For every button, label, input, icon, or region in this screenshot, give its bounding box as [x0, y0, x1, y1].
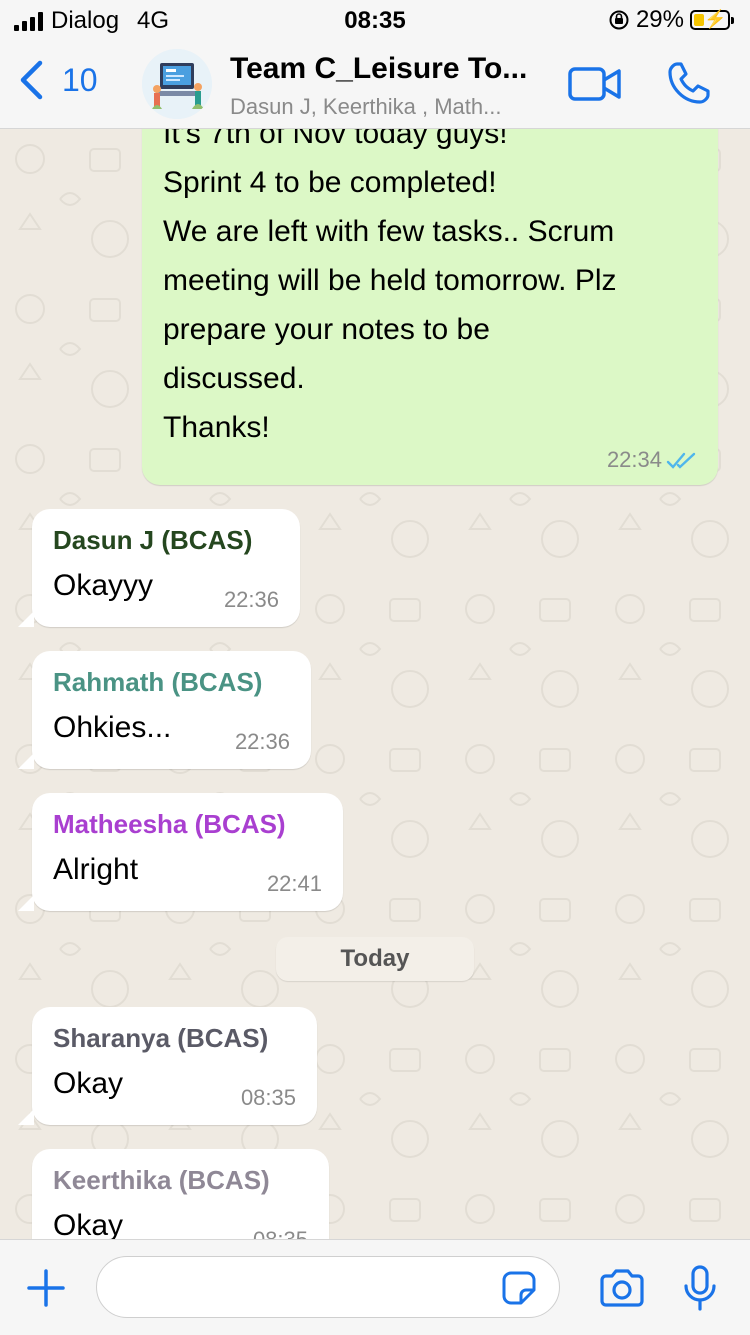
message-time: 22:36 [234, 729, 290, 754]
bubble-tail [18, 611, 34, 627]
sender-name: Matheesha (BCAS) [53, 809, 286, 839]
message-bubble-outgoing[interactable]: It’s 7th of Nov today guys! Sprint 4 to … [142, 129, 718, 485]
message-bubble-incoming[interactable]: Matheesha (BCAS) Alright 22:41 [18, 793, 343, 911]
message-text: Okayyy [53, 569, 154, 602]
message-time: 08:35 [253, 1227, 308, 1239]
plus-icon[interactable] [26, 1268, 66, 1308]
battery-percent: 29% [635, 6, 684, 33]
camera-icon[interactable] [598, 1268, 646, 1308]
message-bubble-incoming[interactable]: Sharanya (BCAS) Okay 08:35 [18, 1007, 317, 1125]
video-call-icon[interactable] [568, 66, 622, 102]
message-text: Ohkies... [53, 711, 172, 744]
chat-members[interactable]: Dasun J, Keerthika , Math... [230, 94, 501, 120]
message-line: Thanks! [163, 411, 270, 444]
bubble-tail [18, 753, 34, 769]
message-line: Sprint 4 to be completed! [163, 166, 497, 199]
unread-count: 10 [62, 61, 98, 98]
message-line: We are left with few tasks.. Scrum [163, 215, 615, 248]
day-divider: Today [276, 937, 474, 981]
status-bar: Dialog 4G 08:35 29% ⚡ [0, 0, 750, 40]
chevron-left-icon [20, 60, 43, 100]
phone-icon[interactable] [666, 60, 712, 106]
message-bubble-incoming[interactable]: Dasun J (BCAS) Okayyy 22:36 [18, 509, 300, 627]
sticker-icon[interactable] [501, 1270, 537, 1306]
back-button[interactable]: 10 [18, 60, 98, 100]
message-time: 22:36 [223, 587, 279, 612]
double-check-icon [666, 452, 696, 469]
message-line: It’s 7th of Nov today guys! [163, 129, 508, 150]
battery-icon: ⚡ [690, 9, 734, 30]
sender-name: Keerthika (BCAS) [53, 1165, 270, 1195]
composer-bar [0, 1239, 750, 1335]
sender-name: Dasun J (BCAS) [53, 525, 253, 555]
group-avatar[interactable] [142, 49, 212, 119]
chat-area[interactable]: It’s 7th of Nov today guys! Sprint 4 to … [0, 129, 750, 1239]
message-input[interactable] [117, 1267, 501, 1309]
message-text: Alright [53, 853, 139, 886]
microphone-icon[interactable] [682, 1264, 718, 1312]
message-time: 22:41 [266, 871, 322, 896]
message-line: discussed. [163, 362, 305, 395]
message-time: 22:34 [606, 447, 662, 472]
chat-header: 10 Team C_Leisure To... Dasun J, Keerthi… [0, 40, 750, 129]
sender-name: Sharanya (BCAS) [53, 1023, 269, 1053]
message-line: prepare your notes to be [163, 313, 490, 346]
group-avatar-illustration [142, 49, 212, 119]
sender-name: Rahmath (BCAS) [53, 667, 263, 697]
message-bubble-incoming[interactable]: Keerthika (BCAS) Okay 08:35 [32, 1149, 329, 1239]
orientation-lock-icon [609, 10, 629, 30]
message-text: Okay [53, 1209, 124, 1239]
status-right: 29% ⚡ [608, 6, 734, 34]
message-text: It’s 7th of Nov today guys! Sprint 4 to … [163, 129, 617, 452]
message-time: 08:35 [240, 1085, 296, 1110]
chat-title[interactable]: Team C_Leisure To... [230, 52, 527, 86]
bubble-tail [18, 1109, 34, 1125]
bubble-tail [18, 895, 34, 911]
message-line: meeting will be held tomorrow. Plz [163, 264, 617, 297]
message-text: Okay [53, 1067, 124, 1100]
message-input-container[interactable] [96, 1256, 560, 1318]
message-bubble-incoming[interactable]: Rahmath (BCAS) Ohkies... 22:36 [18, 651, 311, 769]
